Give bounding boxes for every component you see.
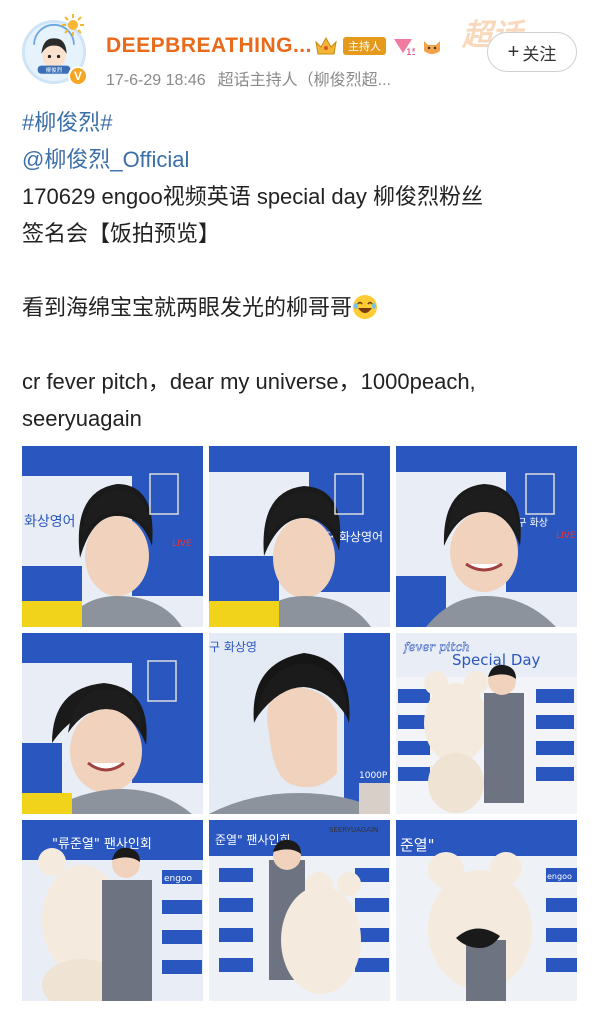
- photo-thumbnail-9[interactable]: 준열" engoo: [396, 820, 577, 1001]
- content-line-2: 签名会【饭拍预览】: [22, 221, 221, 246]
- photo-thumbnail-8[interactable]: 준열" 팬사인회 SEERYUAGAIN: [209, 820, 390, 1001]
- user-badges: 主持人 15: [314, 34, 444, 58]
- follow-button[interactable]: + 关注: [487, 32, 577, 72]
- cat-icon: [420, 35, 444, 57]
- photo-thumbnail-3[interactable]: 엔구 화상 LIVE: [396, 446, 577, 627]
- content-line-3: 看到海绵宝宝就两眼发光的柳哥哥: [22, 295, 353, 320]
- sign-text-2: SEERYUAGAIN: [329, 826, 378, 834]
- photo-thumbnail-4[interactable]: [22, 633, 203, 814]
- sign-text-2: engoo: [547, 872, 572, 881]
- avatar-text: 柳俊烈: [46, 66, 63, 74]
- photo-thumbnail-5[interactable]: 구 화상영 1000P: [209, 633, 390, 814]
- level-badge: 15: [391, 35, 417, 58]
- photo-thumbnail-1[interactable]: 화상영어 LIVE: [22, 446, 203, 627]
- post-time: 17-6-29 18:46: [106, 72, 206, 89]
- photo-thumbnail-7[interactable]: "류준열" 팬사인회 engoo: [22, 820, 203, 1001]
- content-line-3-wrap: 看到海绵宝宝就两眼发光的柳哥哥: [22, 289, 582, 326]
- level-number: 15: [406, 48, 415, 57]
- sign-text-2: 1000P: [359, 771, 388, 781]
- host-badge-label: 主持人: [348, 41, 381, 53]
- verified-badge-icon: V: [68, 66, 88, 86]
- username[interactable]: DEEPBREATHING...: [106, 34, 312, 58]
- sign-text-2: LIVE: [172, 539, 192, 549]
- post-content: #柳俊烈# @柳俊烈_Official 170629 engoo视频英语 spe…: [22, 104, 582, 437]
- photo-thumbnail-6[interactable]: fever pitch Special Day: [396, 633, 577, 814]
- sign-text: "류준열" 팬사인회: [52, 837, 152, 852]
- sign-text: 화상영어: [24, 514, 76, 530]
- sign-text-2: LIVE: [556, 531, 576, 541]
- post-header: 柳俊烈 V DEEPBREATHING... 主持人 15 超话 17-6-29…: [0, 0, 600, 100]
- post-meta: 17-6-29 18:46 超话主持人（柳俊烈超...: [106, 66, 403, 90]
- laughing-emoji-icon: [353, 295, 378, 319]
- sign-text-2: engoo: [164, 874, 192, 884]
- photo-grid: 화상영어 LIVE 엔구 화상영어 엔구 화상 LIVE 구 화상영 1000P…: [22, 446, 578, 1002]
- crown-icon: [314, 35, 338, 57]
- follow-label: 关注: [522, 44, 557, 64]
- content-line-4: cr fever pitch，dear my universe，1000peac…: [22, 369, 476, 394]
- hashtag-link[interactable]: #柳俊烈#: [22, 110, 112, 135]
- photo-thumbnail-2[interactable]: 엔구 화상영어: [209, 446, 390, 627]
- content-line-5: seeryuagain: [22, 406, 142, 431]
- sun-icon: [62, 14, 84, 36]
- post-source[interactable]: 超话主持人（柳俊烈超...: [218, 72, 391, 89]
- content-line-1: 170629 engoo视频英语 special day 柳俊烈粉丝: [22, 184, 483, 209]
- host-badge: 主持人: [343, 37, 386, 55]
- sign-text: 구 화상영: [209, 640, 257, 654]
- sign-text: 준열": [400, 836, 435, 854]
- plus-icon: +: [507, 40, 520, 63]
- mention-link[interactable]: @柳俊烈_Official: [22, 147, 189, 172]
